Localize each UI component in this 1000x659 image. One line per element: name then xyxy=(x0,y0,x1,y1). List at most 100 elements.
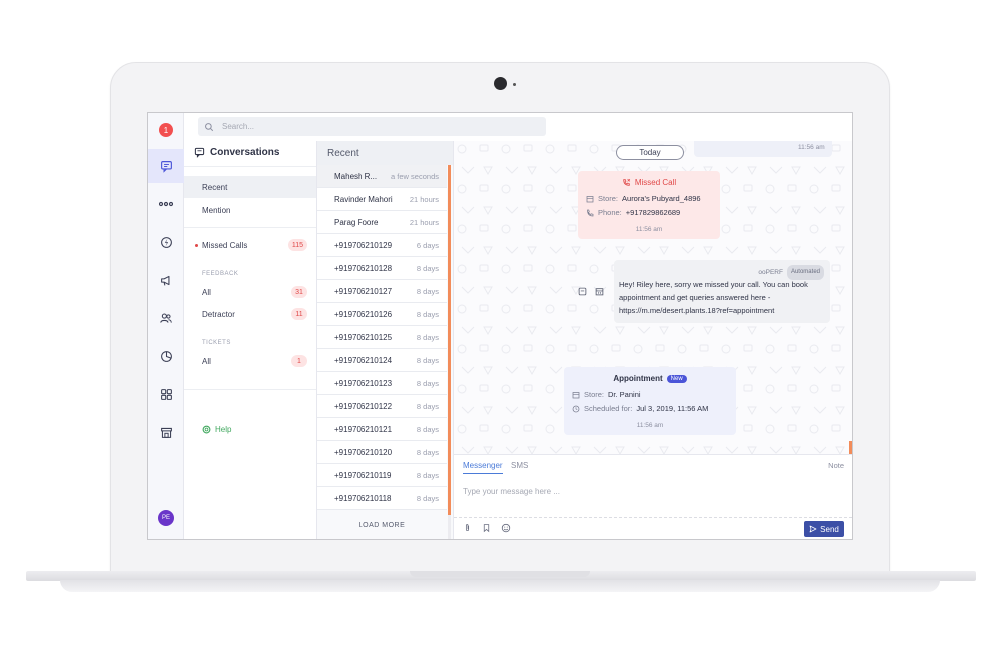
note-tab[interactable]: Note xyxy=(828,461,844,470)
help-link[interactable]: Help xyxy=(202,425,231,434)
conversation-row[interactable]: Parag Foore 21 hours xyxy=(317,211,447,234)
message-composer: Messenger SMS Note Send xyxy=(454,454,852,539)
message-sender: ooPERF xyxy=(758,269,783,276)
tab-messenger[interactable]: Messenger xyxy=(463,461,503,474)
profile-button[interactable]: PE xyxy=(148,501,184,535)
conversation-row[interactable]: +919706210121 8 days xyxy=(317,418,447,441)
conversation-row-name: +919706210123 xyxy=(334,378,393,388)
unread-dot xyxy=(195,244,198,247)
conversation-row-time: 8 days xyxy=(416,401,439,411)
filter-missed-calls[interactable]: Missed Calls 115 xyxy=(184,234,316,256)
missed-call-time: 11:56 am xyxy=(635,226,663,233)
app-screen: 1 PE Search... Conversations Recent Ment… xyxy=(147,112,853,540)
bookmark-icon[interactable] xyxy=(482,523,491,533)
store-key: Store: xyxy=(598,194,619,203)
nav-contacts[interactable] xyxy=(148,301,184,335)
laptop-base-bottom xyxy=(60,580,940,592)
composer-tools xyxy=(463,523,511,533)
conversation-row-time: 8 days xyxy=(416,286,439,296)
store-icon xyxy=(572,391,580,398)
conversation-row-name: +919706210128 xyxy=(334,263,393,273)
webcam xyxy=(494,77,507,90)
chat-scrollbar-thumb[interactable] xyxy=(849,441,852,455)
grid-icon xyxy=(160,388,172,400)
top-bar xyxy=(184,113,852,141)
divider xyxy=(184,389,316,390)
conversation-row-name: Ravinder Mahori xyxy=(334,194,393,204)
attachment-icon[interactable] xyxy=(463,523,472,533)
nav-reports[interactable] xyxy=(148,339,184,373)
conversation-row[interactable]: +919706210128 8 days xyxy=(317,257,447,280)
conversations-title: Conversations xyxy=(210,147,280,158)
recent-scrollbar-thumb[interactable] xyxy=(448,165,451,515)
conversation-row-name: +919706210125 xyxy=(334,332,393,342)
load-more-button[interactable]: LOAD MORE xyxy=(317,522,447,529)
detractor-count: 11 xyxy=(291,308,307,320)
message-input[interactable] xyxy=(463,482,843,500)
filter-tickets-all[interactable]: All 1 xyxy=(184,350,316,372)
nav-conversations[interactable] xyxy=(148,149,184,183)
composer-divider xyxy=(454,517,852,518)
search-input[interactable] xyxy=(222,122,522,131)
filter-mention-label: Mention xyxy=(202,205,231,215)
template-icon[interactable] xyxy=(578,287,587,296)
conversation-row[interactable]: +919706210126 8 days xyxy=(317,303,447,326)
conversation-row-time: 6 days xyxy=(416,240,439,250)
appointment-title: Appointment New xyxy=(564,374,736,383)
appointment-store-value: Dr. Panini xyxy=(608,390,641,399)
calendar-icon[interactable] xyxy=(595,287,604,296)
nav-apps[interactable] xyxy=(148,377,184,411)
nav-more[interactable] xyxy=(148,187,184,221)
conversation-row-name: +919706210127 xyxy=(334,286,393,296)
conversation-row[interactable]: +919706210119 8 days xyxy=(317,464,447,487)
conversations-header: Conversations xyxy=(194,147,279,158)
divider xyxy=(184,166,316,167)
divider xyxy=(184,227,316,228)
conversation-row[interactable]: Mahesh R... a few seconds xyxy=(317,165,447,188)
send-button[interactable]: Send xyxy=(804,521,844,537)
conversations-panel: Conversations Recent Mention Missed Call… xyxy=(184,141,317,539)
conversation-row-time: 8 days xyxy=(416,309,439,319)
nav-campaigns[interactable] xyxy=(148,263,184,297)
nav-integrations[interactable] xyxy=(148,225,184,259)
lifebuoy-icon xyxy=(202,425,211,434)
nav-stores[interactable] xyxy=(148,415,184,449)
conversation-row[interactable]: +919706210127 8 days xyxy=(317,280,447,303)
tickets-section-label: TICKETS xyxy=(202,340,231,346)
conversation-row-name: +919706210126 xyxy=(334,309,393,319)
avatar: PE xyxy=(158,510,174,526)
conversation-row-time: 8 days xyxy=(416,493,439,503)
send-label: Send xyxy=(820,524,839,534)
clock-icon xyxy=(572,405,580,412)
conversation-row[interactable]: Ravinder Mahori 21 hours xyxy=(317,188,447,211)
conversation-row[interactable]: +919706210124 8 days xyxy=(317,349,447,372)
filter-detractor-label: Detractor xyxy=(202,309,235,319)
filter-feedback-all[interactable]: All 31 xyxy=(184,281,316,303)
tickets-all-count: 1 xyxy=(291,355,307,367)
conversation-row[interactable]: +919706210129 6 days xyxy=(317,234,447,257)
conversation-row[interactable]: +919706210125 8 days xyxy=(317,326,447,349)
filter-detractor[interactable]: Detractor 11 xyxy=(184,303,316,325)
message-meta: ooPERF Automated xyxy=(758,265,824,280)
missed-call-title: Missed Call xyxy=(578,178,720,187)
search-box xyxy=(198,117,546,136)
notification-button[interactable]: 1 xyxy=(148,113,184,147)
send-icon xyxy=(809,525,817,533)
conversation-row-name: +919706210122 xyxy=(334,401,393,411)
emoji-icon[interactable] xyxy=(501,523,511,533)
conversation-row[interactable]: +919706210118 8 days xyxy=(317,487,447,510)
missed-call-card: Missed Call Store: Aurora's Pubyard_4896… xyxy=(578,171,720,239)
filter-missed-calls-label: Missed Calls xyxy=(202,240,248,250)
conversation-row[interactable]: +919706210123 8 days xyxy=(317,372,447,395)
appointment-card: Appointment New Store: Dr. Panini Schedu… xyxy=(564,367,736,435)
conversation-row[interactable]: +919706210120 8 days xyxy=(317,441,447,464)
phone-key: Phone: xyxy=(598,208,622,217)
conversation-row-time: 8 days xyxy=(416,332,439,342)
lightning-circle-icon xyxy=(160,236,172,248)
conversation-row[interactable]: +919706210122 8 days xyxy=(317,395,447,418)
appointment-title-text: Appointment xyxy=(613,374,663,383)
filter-mention[interactable]: Mention xyxy=(184,199,316,221)
filter-recent[interactable]: Recent xyxy=(184,176,316,198)
tab-sms[interactable]: SMS xyxy=(511,461,528,470)
conversation-row-time: 8 days xyxy=(416,355,439,365)
